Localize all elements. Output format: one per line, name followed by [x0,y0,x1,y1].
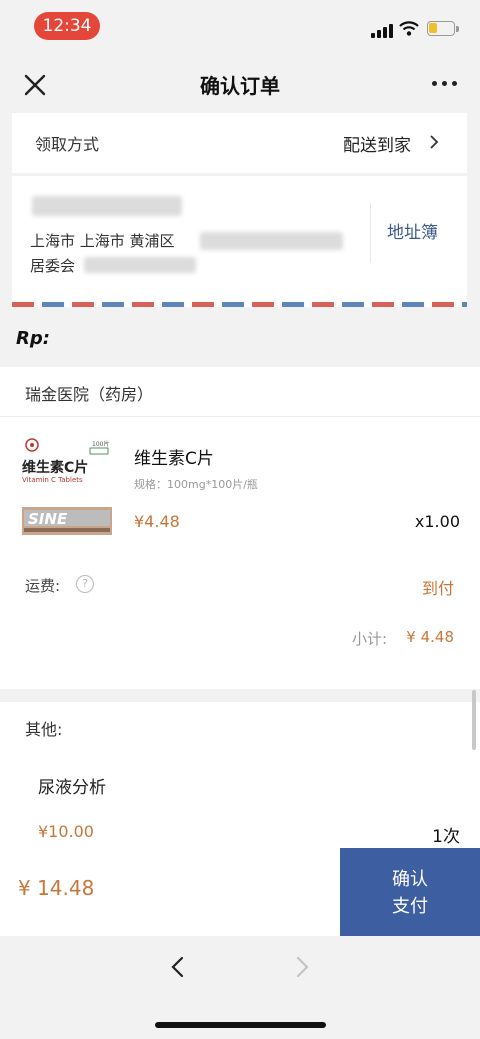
shipping-value: 到付 [421,579,454,598]
battery-tip [456,26,459,32]
wifi-icon [399,21,419,36]
forward-arrow-icon[interactable] [292,955,312,979]
confirm-pay-button[interactable]: 确认 支付 [340,848,480,936]
signal-icon [371,24,393,38]
address-detail-redacted-2 [84,257,196,273]
other-label: 其他: [25,720,63,739]
address-line-2: 居委会 [30,257,76,275]
subtotal-label: 小计: [352,630,388,648]
battery-icon [427,21,455,36]
prescription-label: Rp: [16,328,50,349]
address-line-1: 上海市 上海市 黄浦区 [30,232,175,250]
more-icon[interactable] [432,81,458,89]
status-time: 12:34 [34,12,100,40]
product-image: 100片 维生素C片 Vitamin C Tablets [22,438,109,484]
service-count: 1次 [432,827,460,847]
service-name: 尿液分析 [38,778,106,798]
product-logo-subtext: Vitamin C Tablets [22,476,83,484]
product-price: ¥4.48 [134,512,180,531]
product-spec: 规格：100mg*100片/瓶 [134,478,258,491]
confirm-button-line-2: 支付 [392,896,428,917]
page-title: 确认订单 [200,74,280,98]
product-logo-badge: 100片 [92,440,109,448]
address-detail-redacted [200,232,343,250]
subtotal-value: ¥ 4.48 [406,628,454,646]
manufacturer-stamp: SINE [22,507,112,535]
airmail-border [12,302,467,307]
home-indicator[interactable] [155,1022,326,1028]
pickup-method-label: 领取方式 [35,135,100,154]
pharmacy-name: 瑞金医院（药房） [25,385,154,404]
stamp-text: SINE [28,510,68,528]
address-divider [370,203,371,263]
product-logo-text: 维生素C片 [22,459,88,476]
back-arrow-icon[interactable] [168,955,188,979]
chevron-right-icon[interactable] [428,134,440,150]
address-name-redacted [32,196,182,216]
service-price: ¥10.00 [38,822,94,841]
pickup-method-value[interactable]: 配送到家 [343,131,411,156]
pharmacy-divider [0,416,480,417]
product-name: 维生素C片 [134,449,214,469]
scrollbar[interactable] [472,690,476,750]
order-total: ¥ 14.48 [18,876,95,900]
confirm-button-line-1: 确认 [392,869,428,890]
product-quantity: x1.00 [414,512,460,531]
shipping-label: 运费: [25,577,61,595]
help-icon[interactable]: ? [76,575,94,593]
address-book-button[interactable]: 地址簿 [387,218,438,243]
